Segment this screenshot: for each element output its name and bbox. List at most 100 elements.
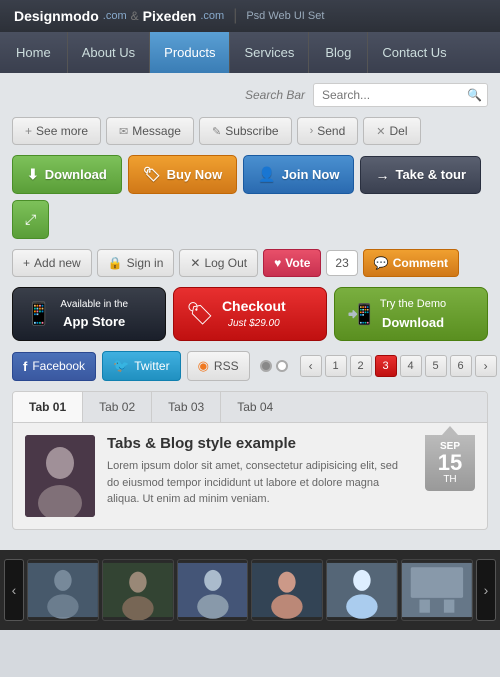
- tab-thumbnail-svg: [25, 435, 95, 517]
- nav-item-about[interactable]: About Us: [68, 32, 150, 73]
- facebook-icon: f: [23, 359, 27, 374]
- header: Designmodo .com & Pixeden .com | Psd Web…: [0, 0, 500, 32]
- thumb-4[interactable]: [251, 559, 323, 621]
- tab-image: [25, 435, 95, 517]
- thumb-3[interactable]: [177, 559, 249, 621]
- radio-2[interactable]: [276, 360, 288, 372]
- tour-icon: →: [375, 167, 389, 183]
- send-button[interactable]: › Send: [297, 117, 359, 145]
- thumb-3-img: [178, 560, 248, 620]
- thumb-5[interactable]: [326, 559, 398, 621]
- sign-in-button[interactable]: 🔒 Sign in: [97, 249, 175, 277]
- subscribe-button[interactable]: ✎ Subscribe: [199, 117, 292, 145]
- vote-button[interactable]: ♥ Vote: [263, 249, 321, 277]
- store-row: 📱 Available in theApp Store 🏷 CheckoutJu…: [12, 287, 488, 341]
- search-box[interactable]: 🔍: [313, 83, 488, 107]
- download-button[interactable]: ⬇ Download: [12, 155, 122, 194]
- tab-3[interactable]: Tab 03: [152, 392, 221, 422]
- search-input[interactable]: [322, 88, 467, 102]
- thumb-2[interactable]: [102, 559, 174, 621]
- tag-icon: 🏷: [186, 301, 214, 327]
- tab-2[interactable]: Tab 02: [83, 392, 152, 422]
- vote-count: 23: [326, 250, 357, 276]
- small-button-row: + See more ✉ Message ✎ Subscribe › Send …: [12, 117, 488, 145]
- thumb-5-img: [327, 560, 397, 620]
- download-icon: ⬇: [27, 166, 39, 183]
- brand-and: &: [131, 9, 139, 23]
- take-tour-button[interactable]: → Take & tour: [360, 156, 481, 194]
- nav-item-contact[interactable]: Contact Us: [368, 32, 460, 73]
- join-now-button[interactable]: 👤 Join Now: [243, 155, 354, 194]
- tab-day: 15: [433, 452, 467, 474]
- pagination: ‹ 1 2 3 4 5 6 ›: [300, 355, 497, 377]
- thumbnail-strip: ‹: [0, 550, 500, 630]
- page-2-button[interactable]: 2: [350, 355, 372, 377]
- tab-body: Tabs & Blog style example Lorem ipsum do…: [107, 435, 413, 508]
- tab-text: Lorem ipsum dolor sit amet, consectetur …: [107, 458, 413, 508]
- tab-suffix: TH: [433, 474, 467, 485]
- message-button[interactable]: ✉ Message: [106, 117, 194, 145]
- thumb-1[interactable]: [27, 559, 99, 621]
- tab-date: SEP 15 TH: [425, 435, 475, 491]
- rss-button[interactable]: ◉ RSS: [187, 351, 250, 381]
- search-icon: 🔍: [467, 88, 482, 102]
- demo-text: Try the DemoDownload: [380, 296, 446, 332]
- app-store-text: Available in theApp Store: [60, 297, 128, 332]
- see-more-button[interactable]: + See more: [12, 117, 101, 145]
- brand2-suffix: .com: [200, 10, 224, 22]
- brand1-suffix: .com: [103, 10, 127, 22]
- nav-item-blog[interactable]: Blog: [309, 32, 368, 73]
- twitter-button[interactable]: 🐦 Twitter: [102, 351, 181, 381]
- tab-4[interactable]: Tab 04: [221, 392, 289, 422]
- page-5-button[interactable]: 5: [425, 355, 447, 377]
- page-3-button[interactable]: 3: [375, 355, 397, 377]
- page-1-button[interactable]: 1: [325, 355, 347, 377]
- tab-1[interactable]: Tab 01: [13, 392, 83, 422]
- add-new-button[interactable]: + Add new: [12, 249, 92, 277]
- del-button[interactable]: ✕ Del: [363, 117, 420, 145]
- nav-item-products[interactable]: Products: [150, 32, 230, 73]
- action-row: + Add new 🔒 Sign in ✕ Log Out ♥ Vote 23 …: [12, 249, 488, 277]
- log-out-button[interactable]: ✕ Log Out: [179, 249, 258, 277]
- main-content: Search Bar 🔍 + See more ✉ Message ✎ Subs…: [0, 73, 500, 550]
- next-page-button[interactable]: ›: [475, 355, 497, 377]
- brand2: Pixeden: [143, 8, 197, 24]
- header-divider: |: [233, 7, 237, 25]
- social-row: f Facebook 🐦 Twitter ◉ RSS ‹ 1 2 3 4 5 6…: [12, 351, 488, 381]
- nav-item-home[interactable]: Home: [0, 32, 68, 73]
- join-icon: 👤: [258, 166, 275, 183]
- tab-headers: Tab 01 Tab 02 Tab 03 Tab 04: [13, 392, 487, 423]
- header-subtitle: Psd Web UI Set: [246, 10, 324, 22]
- tab-title: Tabs & Blog style example: [107, 435, 413, 452]
- demo-icon: 📲: [347, 302, 372, 327]
- tab-date-balloon: [442, 426, 458, 435]
- radio-1[interactable]: [260, 360, 272, 372]
- share-button[interactable]: ⤢: [12, 200, 49, 239]
- thumb-next-button[interactable]: ›: [476, 559, 496, 621]
- page-6-button[interactable]: 6: [450, 355, 472, 377]
- buy-icon: 🏷: [143, 166, 161, 183]
- nav-bar: Home About Us Products Services Blog Con…: [0, 32, 500, 73]
- radio-group: [260, 360, 288, 372]
- checkout-button[interactable]: 🏷 CheckoutJust $29.00: [173, 287, 327, 341]
- prev-page-button[interactable]: ‹: [300, 355, 322, 377]
- tab-content: Tabs & Blog style example Lorem ipsum do…: [13, 423, 487, 529]
- search-label: Search Bar: [245, 88, 305, 102]
- thumb-6[interactable]: [401, 559, 473, 621]
- facebook-button[interactable]: f Facebook: [12, 352, 96, 381]
- thumb-1-img: [28, 560, 98, 620]
- app-store-button[interactable]: 📱 Available in theApp Store: [12, 287, 166, 341]
- search-row: Search Bar 🔍: [12, 83, 488, 107]
- nav-item-services[interactable]: Services: [230, 32, 309, 73]
- thumb-6-img: [402, 560, 472, 620]
- tabs-section: Tab 01 Tab 02 Tab 03 Tab 04 Tabs & Blog …: [12, 391, 488, 530]
- comment-button[interactable]: 💬 Comment: [363, 249, 459, 277]
- thumb-2-img: [103, 560, 173, 620]
- phone-icon: 📱: [25, 301, 52, 327]
- buy-now-button[interactable]: 🏷 Buy Now: [128, 155, 237, 194]
- thumb-prev-button[interactable]: ‹: [4, 559, 24, 621]
- checkout-text: CheckoutJust $29.00: [222, 297, 286, 331]
- rss-icon: ◉: [198, 358, 209, 374]
- demo-download-button[interactable]: 📲 Try the DemoDownload: [334, 287, 488, 341]
- page-4-button[interactable]: 4: [400, 355, 422, 377]
